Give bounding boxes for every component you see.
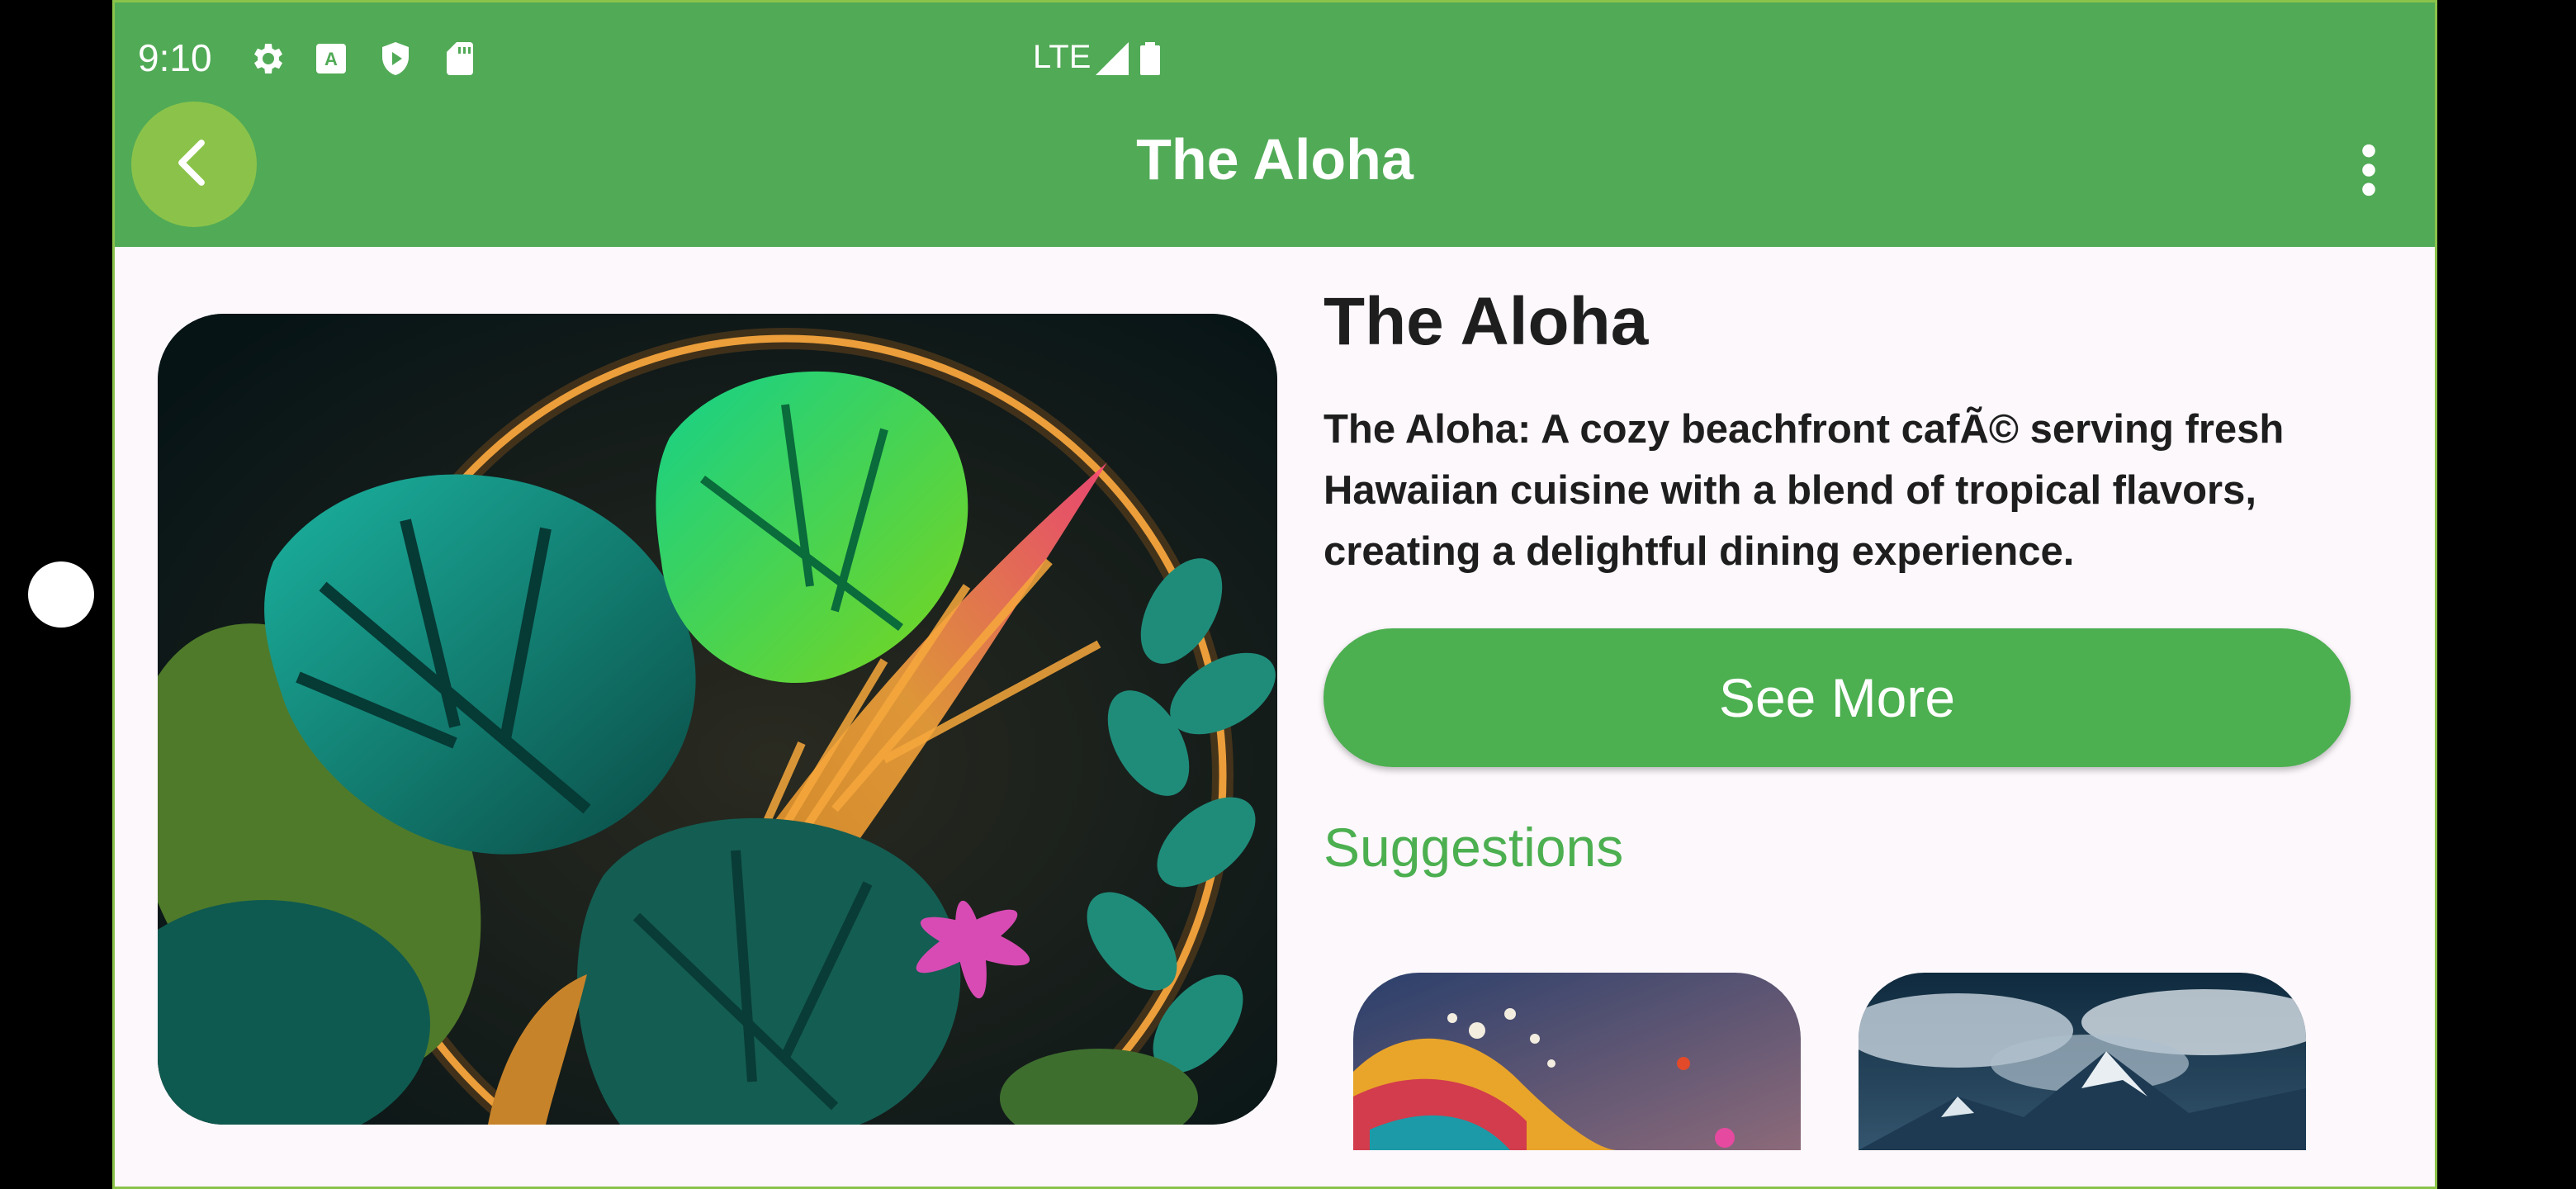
suggestions-heading: Suggestions: [1324, 817, 1624, 878]
suggestion-card[interactable]: [1353, 973, 1801, 1150]
hero-image: [158, 314, 1277, 1125]
app-bar: The Aloha: [115, 93, 2435, 247]
battery-icon: [1130, 39, 1170, 78]
sdcard-icon: [440, 39, 480, 78]
front-camera: [28, 561, 94, 628]
device-frame: 9:10 A LTE The Aloha The Aloha The Aloha…: [0, 0, 2576, 1189]
screen: 9:10 A LTE The Aloha The Aloha The Aloha…: [112, 0, 2437, 1189]
settings-icon: [247, 39, 286, 78]
a-icon: A: [311, 39, 351, 78]
signal-icon: [1092, 39, 1132, 78]
status-time: 9:10: [138, 36, 212, 79]
restaurant-description: The Aloha: A cozy beachfront cafÃ© servi…: [1324, 407, 2285, 574]
svg-text:A: A: [324, 49, 338, 69]
overflow-menu-button[interactable]: [2336, 126, 2402, 217]
see-more-button[interactable]: See More: [1324, 628, 2351, 767]
restaurant-name: The Aloha: [1324, 284, 1649, 359]
app-bar-title: The Aloha: [1136, 127, 1413, 192]
suggestion-card[interactable]: [1859, 973, 2306, 1150]
shield-play-icon: [376, 39, 415, 78]
more-vert-icon: [2359, 141, 2379, 203]
network-type: LTE: [1033, 39, 1091, 75]
